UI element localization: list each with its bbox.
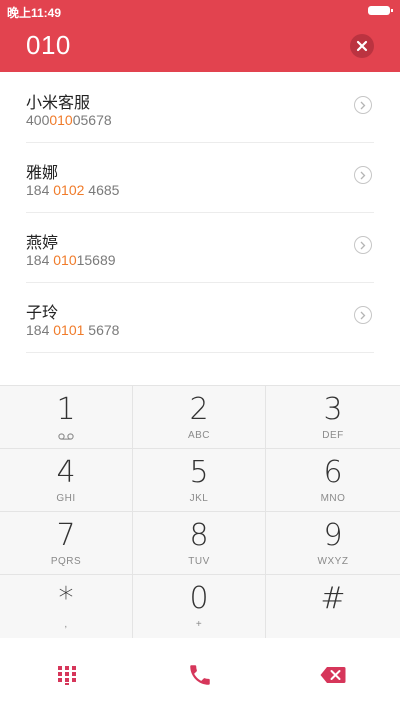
list-item[interactable]: 雅娜 184 0102 4685	[26, 142, 374, 213]
close-icon	[356, 40, 368, 52]
key-letters: TUV	[188, 556, 210, 567]
key-digit: 4	[56, 455, 76, 490]
battery-icon	[368, 6, 393, 15]
key-letters: MNO	[320, 493, 346, 504]
contact-number: 40001005678	[26, 112, 112, 128]
key-5[interactable]: 5 JKL	[133, 449, 266, 512]
contact-name: 子玲	[26, 305, 59, 322]
key-3[interactable]: 3 DEF	[266, 386, 400, 449]
phone-icon	[189, 664, 210, 685]
voicemail-icon	[58, 433, 74, 440]
contact-detail-button[interactable]	[354, 236, 372, 254]
key-6[interactable]: 6 MNO	[266, 449, 400, 512]
chevron-right-icon	[360, 311, 366, 320]
key-letters: JKL	[189, 493, 209, 504]
key-1[interactable]: 1	[0, 386, 133, 449]
key-digit: 3	[323, 392, 343, 427]
dial-keypad: 1 2 ABC 3 DEF 4 GHI 5 JKL 6 MNO 7 PQRS 8…	[0, 385, 400, 639]
status-time: 晚上11:49	[7, 6, 62, 20]
key-letters: ,	[64, 619, 68, 630]
key-0[interactable]: 0 +	[133, 575, 266, 639]
key-letters: +	[195, 619, 203, 630]
key-digit: 9	[323, 518, 343, 553]
key-digit: 7	[56, 518, 76, 553]
key-7[interactable]: 7 PQRS	[0, 512, 133, 575]
result-list: 小米客服 40001005678 雅娜 184 0102 4685 燕婷 184…	[0, 72, 400, 385]
contact-number: 184 0101 5678	[26, 322, 120, 338]
contact-name: 燕婷	[26, 235, 59, 252]
list-item[interactable]: 子玲 184 0101 5678	[26, 282, 374, 353]
call-button[interactable]	[133, 638, 266, 711]
dial-header: 010	[0, 22, 400, 72]
key-letters: WXYZ	[317, 556, 349, 567]
contact-number: 184 01015689	[26, 252, 116, 268]
key-hash[interactable]: #	[266, 575, 400, 639]
key-digit: *	[58, 581, 74, 616]
key-digit: 0	[189, 581, 209, 616]
key-digit: 1	[56, 392, 76, 427]
dialpad-toggle-button[interactable]	[0, 638, 133, 711]
contact-detail-button[interactable]	[354, 306, 372, 324]
key-4[interactable]: 4 GHI	[0, 449, 133, 512]
key-digit: 6	[323, 455, 343, 490]
chevron-right-icon	[360, 101, 366, 110]
contact-detail-button[interactable]	[354, 166, 372, 184]
key-letters: DEF	[322, 430, 344, 441]
key-letters: ABC	[187, 430, 211, 441]
key-9[interactable]: 9 WXYZ	[266, 512, 400, 575]
key-digit: 5	[189, 455, 209, 490]
contact-detail-button[interactable]	[354, 96, 372, 114]
chevron-right-icon	[360, 241, 366, 250]
contact-name: 小米客服	[26, 95, 91, 112]
dialed-number: 010	[26, 30, 71, 60]
key-letters: GHI	[56, 493, 76, 504]
key-letters: PQRS	[50, 556, 82, 567]
contact-name: 雅娜	[26, 165, 59, 182]
key-2[interactable]: 2 ABC	[133, 386, 266, 449]
key-digit: 2	[189, 392, 209, 427]
key-digit: 8	[189, 518, 209, 553]
chevron-right-icon	[360, 171, 366, 180]
action-bar	[0, 638, 400, 711]
status-bar: 晚上11:49	[0, 0, 400, 22]
clear-button[interactable]	[350, 34, 374, 58]
key-8[interactable]: 8 TUV	[133, 512, 266, 575]
delete-button[interactable]	[266, 638, 400, 711]
key-star[interactable]: * ,	[0, 575, 133, 639]
list-item[interactable]: 小米客服 40001005678	[26, 72, 374, 143]
key-digit: #	[320, 581, 346, 616]
list-item[interactable]: 燕婷 184 01015689	[26, 212, 374, 283]
dialpad-icon	[57, 665, 76, 685]
contact-number: 184 0102 4685	[26, 182, 120, 198]
backspace-icon	[320, 666, 346, 683]
